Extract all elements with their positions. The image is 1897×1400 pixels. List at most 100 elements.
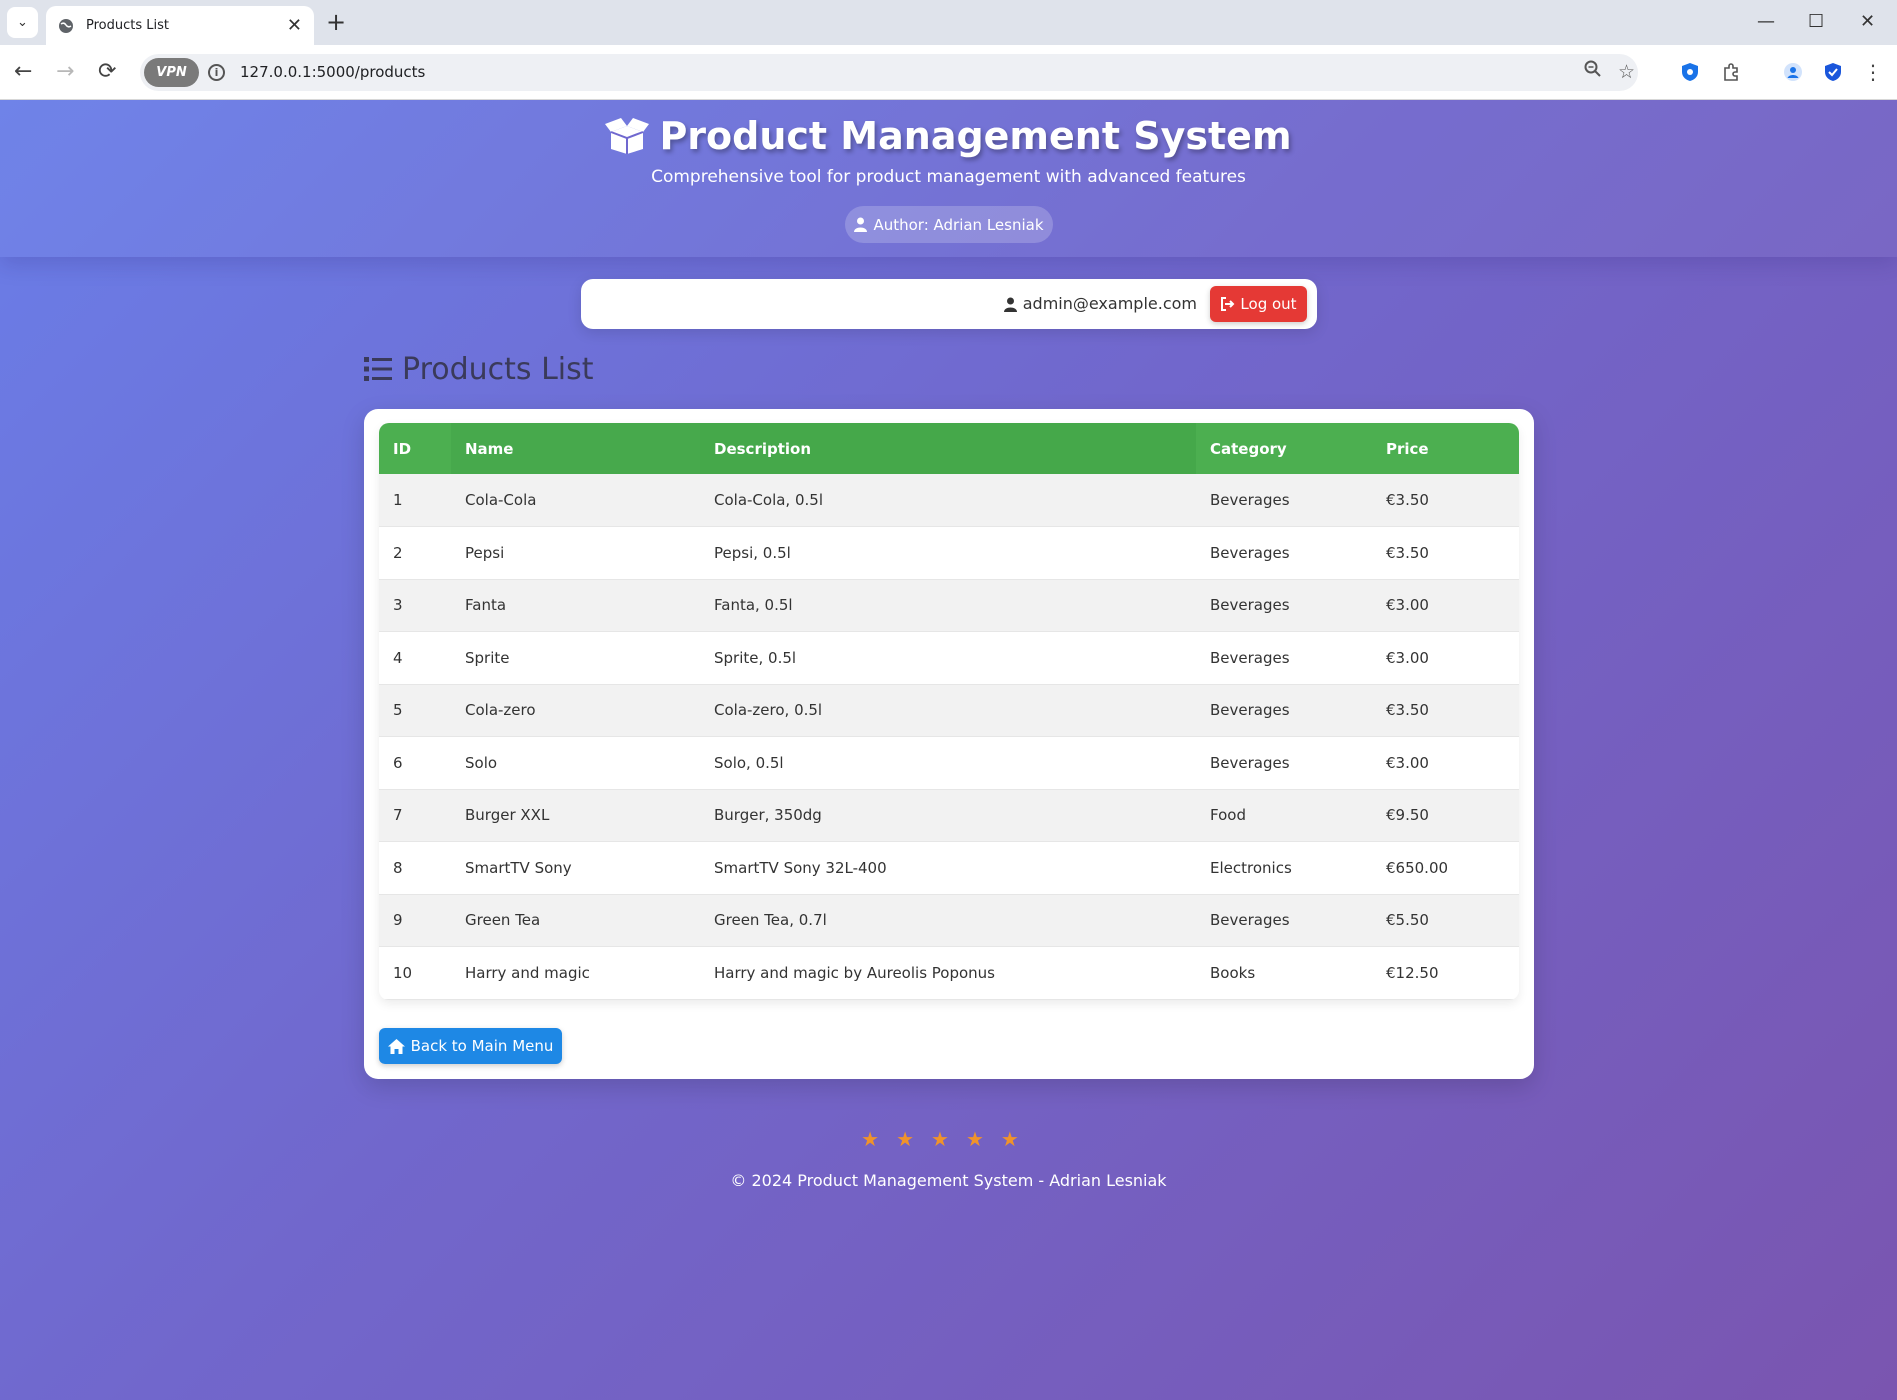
user-icon [854, 217, 868, 232]
cell-category: Beverages [1196, 631, 1372, 685]
table-row: 1 Cola-Cola Cola-Cola, 0.5l Beverages €3… [379, 474, 1519, 527]
globe-icon [59, 18, 73, 33]
forward-arrow-icon[interactable]: → [56, 57, 74, 87]
cell-price: €5.50 [1372, 894, 1519, 947]
cell-id: 3 [379, 579, 451, 632]
security-check-icon[interactable] [1822, 61, 1844, 83]
cell-name: Sprite [451, 631, 700, 685]
hero-header: Product Management System Comprehensive … [0, 100, 1897, 257]
cell-name: Fanta [451, 579, 700, 632]
profile-avatar-icon[interactable] [1782, 61, 1804, 83]
cell-id: 6 [379, 736, 451, 790]
site-info-icon[interactable]: i [208, 64, 225, 81]
cell-id: 10 [379, 946, 451, 1000]
browser-menu-icon[interactable]: ⋮ [1862, 60, 1884, 84]
cell-description: Cola-Cola, 0.5l [700, 474, 1196, 527]
column-header-category: Category [1196, 423, 1372, 474]
back-arrow-icon[interactable]: ← [14, 57, 32, 87]
logout-button[interactable]: Log out [1210, 286, 1307, 322]
cell-description: SmartTV Sony 32L-400 [700, 841, 1196, 895]
user-email: admin@example.com [1003, 279, 1197, 329]
column-header-description: Description [700, 423, 1196, 474]
minimize-icon[interactable]: — [1757, 8, 1775, 36]
list-icon [364, 357, 392, 381]
cell-category: Beverages [1196, 894, 1372, 947]
cell-category: Beverages [1196, 684, 1372, 737]
back-to-main-menu-button[interactable]: Back to Main Menu [379, 1028, 562, 1064]
back-to-main-menu-label: Back to Main Menu [410, 1037, 554, 1055]
table-row: 5 Cola-zero Cola-zero, 0.5l Beverages €3… [379, 684, 1519, 737]
cell-id: 4 [379, 631, 451, 685]
user-email-text: admin@example.com [1022, 294, 1197, 313]
reload-icon[interactable]: ⟳ [98, 57, 116, 87]
cell-name: Cola-Cola [451, 474, 700, 527]
cell-price: €9.50 [1372, 789, 1519, 842]
table-row: 4 Sprite Sprite, 0.5l Beverages €3.00 [379, 631, 1519, 685]
cell-price: €3.00 [1372, 579, 1519, 632]
column-header-id: ID [379, 423, 451, 474]
tab-title: Products List [86, 18, 169, 33]
shield-extension-icon[interactable] [1679, 61, 1701, 83]
cell-price: €3.00 [1372, 631, 1519, 685]
cell-name: SmartTV Sony [451, 841, 700, 895]
browser-tabstrip: ⌄ Products List ✕ + — ☐ ✕ [0, 0, 1897, 45]
extensions-puzzle-icon[interactable] [1720, 61, 1742, 83]
maximize-icon[interactable]: ☐ [1808, 8, 1824, 36]
column-header-name: Name [451, 423, 700, 474]
logout-label: Log out [1240, 295, 1297, 313]
cell-description: Cola-zero, 0.5l [700, 684, 1196, 737]
page-content: Product Management System Comprehensive … [0, 100, 1897, 1400]
tab-search-dropdown-icon[interactable]: ⌄ [7, 7, 38, 38]
zoom-icon[interactable] [1584, 60, 1602, 84]
cell-id: 7 [379, 789, 451, 842]
cell-name: Harry and magic [451, 946, 700, 1000]
products-card: ID Name Description Category Price 1 Col… [364, 409, 1534, 1079]
vpn-badge[interactable]: VPN [144, 58, 199, 87]
user-icon [1003, 297, 1017, 312]
cell-description: Harry and magic by Aureolis Poponus [700, 946, 1196, 1000]
footer-copyright: © 2024 Product Management System - Adria… [730, 1171, 1167, 1190]
cell-description: Fanta, 0.5l [700, 579, 1196, 632]
close-tab-icon[interactable]: ✕ [287, 16, 302, 35]
table-row: 9 Green Tea Green Tea, 0.7l Beverages €5… [379, 894, 1519, 947]
close-window-icon[interactable]: ✕ [1860, 8, 1875, 36]
cell-price: €3.00 [1372, 736, 1519, 790]
cell-category: Beverages [1196, 736, 1372, 790]
cell-category: Beverages [1196, 526, 1372, 580]
table-row: 7 Burger XXL Burger, 350dg Food €9.50 [379, 789, 1519, 842]
browser-tab[interactable]: Products List ✕ [46, 6, 314, 45]
cell-id: 8 [379, 841, 451, 895]
cell-name: Cola-zero [451, 684, 700, 737]
table-row: 6 Solo Solo, 0.5l Beverages €3.00 [379, 736, 1519, 790]
new-tab-icon[interactable]: + [326, 8, 346, 36]
cell-description: Green Tea, 0.7l [700, 894, 1196, 947]
cell-id: 5 [379, 684, 451, 737]
cell-category: Books [1196, 946, 1372, 1000]
rating-stars: ★★★★★ [861, 1127, 1036, 1151]
author-badge: Author: Adrian Lesniak [845, 206, 1053, 243]
cell-description: Sprite, 0.5l [700, 631, 1196, 685]
cell-description: Pepsi, 0.5l [700, 526, 1196, 580]
browser-toolbar: ← → ⟳ VPN i 127.0.0.1:5000/products ☆ ⋮ [0, 45, 1897, 100]
cell-price: €3.50 [1372, 684, 1519, 737]
open-box-icon [605, 118, 650, 154]
bookmark-star-icon[interactable]: ☆ [1618, 60, 1635, 84]
site-subtitle: Comprehensive tool for product managemen… [651, 167, 1246, 187]
url-text[interactable]: 127.0.0.1:5000/products [240, 54, 425, 91]
cell-name: Pepsi [451, 526, 700, 580]
cell-category: Electronics [1196, 841, 1372, 895]
cell-category: Beverages [1196, 579, 1372, 632]
cell-id: 2 [379, 526, 451, 580]
home-icon [387, 1038, 405, 1054]
page-title-text: Products List [402, 351, 594, 387]
cell-name: Green Tea [451, 894, 700, 947]
site-title-text: Product Management System [659, 114, 1292, 158]
table-row: 8 SmartTV Sony SmartTV Sony 32L-400 Elec… [379, 841, 1519, 895]
column-header-price: Price [1372, 423, 1519, 474]
address-bar[interactable]: VPN i 127.0.0.1:5000/products ☆ [140, 54, 1638, 91]
user-bar: admin@example.com Log out [581, 279, 1317, 329]
cell-price: €3.50 [1372, 526, 1519, 580]
cell-description: Solo, 0.5l [700, 736, 1196, 790]
table-row: 10 Harry and magic Harry and magic by Au… [379, 946, 1519, 1000]
cell-name: Burger XXL [451, 789, 700, 842]
